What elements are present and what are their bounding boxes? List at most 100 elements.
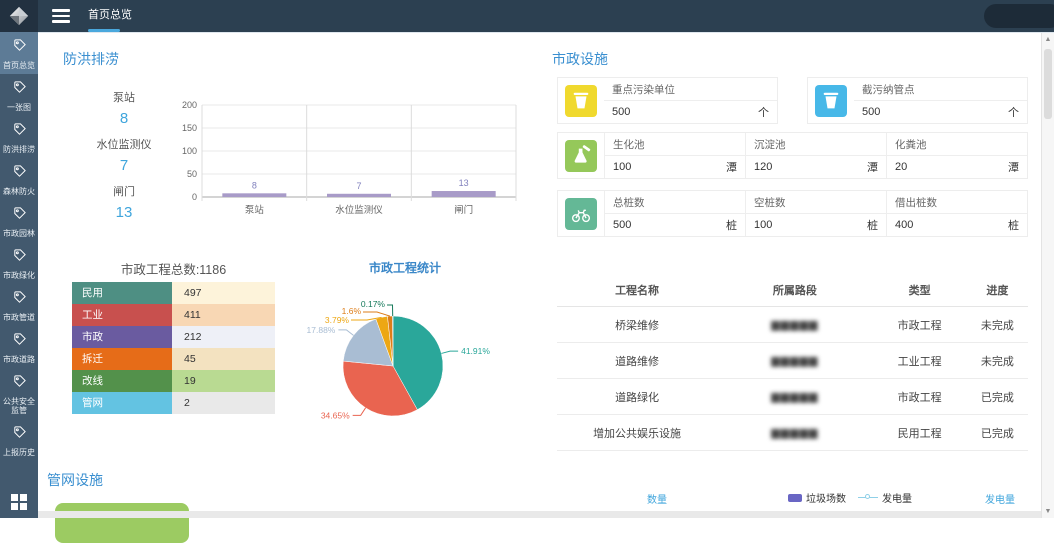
facility-card: 重点污染单位 500 个 (557, 77, 778, 124)
search-input[interactable] (984, 4, 1054, 28)
sidebar-item[interactable]: 一张图 (0, 74, 38, 116)
scroll-up-icon[interactable]: ▲ (1042, 36, 1054, 43)
projects-legend-label: 工业 (72, 304, 172, 326)
sidebar-item[interactable]: 首页总览 (0, 32, 38, 74)
svg-text:8: 8 (252, 180, 257, 190)
svg-text:7: 7 (356, 181, 361, 191)
project-type-cell: 市政工程 (873, 379, 967, 415)
flood-section: 防洪排涝 泵站 8 水位监测仪 7 闸门 13 0501001502008泵站7… (48, 33, 548, 473)
projects-legend-label: 民用 (72, 282, 172, 304)
svg-text:0: 0 (192, 192, 197, 202)
svg-text:闸门: 闸门 (454, 204, 473, 216)
tag-icon (12, 38, 27, 53)
projects-legend-value: 45 (172, 348, 275, 370)
projects-table: 工程名称 所属路段 类型 进度 桥梁维修 ▆▆▆▆▆ 市政工程 未完成 (557, 274, 1028, 451)
legend-swatch (788, 494, 802, 502)
svg-text:150: 150 (182, 123, 197, 133)
project-road-cell-redacted: ▆▆▆▆▆ (717, 343, 872, 379)
projects-legend-row: 拆迁 45 (72, 348, 275, 370)
pool-column: 生化池 100 潭 (604, 133, 745, 178)
sidebar-item-label: 首页总览 (0, 61, 38, 70)
bottom-divider-strip (38, 511, 1041, 518)
pile-unit: 桩 (726, 217, 737, 233)
svg-text:0.17%: 0.17% (361, 299, 386, 309)
svg-text:100: 100 (182, 146, 197, 156)
project-status-cell: 已完成 (967, 379, 1028, 415)
sidebar-item[interactable]: 公共安全监管 (0, 368, 38, 419)
facilities-section-title: 市政设施 (552, 49, 608, 69)
projects-pie-chart: 41.91%34.65%17.88%3.79%1.6%0.17% (285, 276, 525, 471)
facility-card-value: 500 (862, 106, 880, 118)
flood-bar-chart: 0501001502008泵站7水位监测仪13闸门 (166, 93, 528, 246)
pool-column: 沉淀池 120 潭 (745, 133, 886, 178)
projects-legend-row: 市政 212 (72, 326, 275, 348)
tag-icon (12, 332, 27, 347)
projects-legend-value: 2 (172, 392, 275, 414)
pool-unit: 潭 (726, 159, 737, 175)
project-table-row[interactable]: 桥梁维修 ▆▆▆▆▆ 市政工程 未完成 (557, 307, 1028, 343)
sidebar-item[interactable]: 市政园林 (0, 200, 38, 242)
app-logo[interactable] (0, 0, 38, 32)
svg-text:17.88%: 17.88% (307, 325, 336, 335)
sidebar-item-label: 市政管道 (0, 313, 38, 322)
pile-unit: 桩 (1008, 217, 1019, 233)
col-header-progress: 进度 (967, 274, 1028, 307)
flood-stat: 泵站 8 (76, 89, 172, 127)
pool-column: 化粪池 20 潭 (886, 133, 1027, 178)
pools-card: 生化池 100 潭 沉淀池 120 潭 (557, 132, 1028, 179)
sidebar-item[interactable]: 市政道路 (0, 326, 38, 368)
sidebar-item-label: 市政道路 (0, 355, 38, 364)
legend-item[interactable]: 垃圾场数 (788, 490, 846, 505)
sidebar-item[interactable]: 市政绿化 (0, 242, 38, 284)
sidebar-item[interactable]: 森林防火 (0, 158, 38, 200)
pool-value: 120 (754, 161, 772, 173)
svg-text:1.6%: 1.6% (342, 306, 362, 316)
col-header-road: 所属路段 (717, 274, 872, 307)
sidebar-item-label: 公共安全监管 (0, 397, 38, 415)
legend-label: 发电量 (882, 490, 912, 505)
flood-stat-value: 7 (76, 157, 172, 174)
col-header-project-name: 工程名称 (557, 274, 717, 307)
pile-value: 400 (895, 219, 913, 231)
tab-home-overview[interactable]: 首页总览 (88, 0, 132, 32)
legend-item[interactable]: 发电量 (858, 490, 912, 505)
projects-legend-label: 市政 (72, 326, 172, 348)
projects-legend-row: 工业 411 (72, 304, 275, 326)
sidebar-item[interactable]: 上报历史 (0, 419, 38, 461)
grid-apps-icon[interactable] (0, 494, 38, 510)
scrollbar-thumb[interactable] (1044, 49, 1052, 119)
bicycle-icon-box (565, 198, 597, 230)
top-navbar: 首页总览 (0, 0, 1054, 32)
sidebar-item-label: 市政绿化 (0, 271, 38, 280)
pool-value: 20 (895, 161, 907, 173)
project-table-row[interactable]: 道路绿化 ▆▆▆▆▆ 市政工程 已完成 (557, 379, 1028, 415)
tab-active-underline (88, 29, 120, 32)
vertical-scrollbar[interactable]: ▲ ▼ (1041, 33, 1054, 518)
facility-card-label: 截污纳管点 (854, 78, 1027, 101)
scroll-down-icon[interactable]: ▼ (1042, 508, 1054, 515)
sidebar-item[interactable]: 防洪排涝 (0, 116, 38, 158)
facility-card-unit: 个 (758, 104, 769, 120)
projects-legend-list: 民用 497 工业 411 市政 212 拆迁 45 (72, 282, 275, 414)
power-link[interactable]: 发电量 (985, 491, 1015, 506)
tag-icon (12, 164, 27, 179)
tag-icon (12, 248, 27, 263)
tag-icon (12, 290, 27, 305)
bicycle-icon (570, 203, 592, 225)
project-type-cell: 工业工程 (873, 343, 967, 379)
svg-text:50: 50 (187, 169, 197, 179)
pool-unit: 潭 (1008, 159, 1019, 175)
project-name-cell: 增加公共娱乐设施 (557, 415, 717, 451)
project-table-row[interactable]: 道路维修 ▆▆▆▆▆ 工业工程 未完成 (557, 343, 1028, 379)
hamburger-menu-icon[interactable] (52, 9, 70, 26)
flood-stats: 泵站 8 水位监测仪 7 闸门 13 (76, 89, 172, 230)
flood-stat-value: 8 (76, 110, 172, 127)
quantity-link[interactable]: 数量 (647, 491, 667, 506)
projects-total-title: 市政工程总数:1186 (72, 259, 275, 278)
projects-legend-label: 拆迁 (72, 348, 172, 370)
projects-legend-value: 497 (172, 282, 275, 304)
project-table-row[interactable]: 增加公共娱乐设施 ▆▆▆▆▆ 民用工程 已完成 (557, 415, 1028, 451)
tag-icon (12, 80, 27, 95)
sidebar-item[interactable]: 市政管道 (0, 284, 38, 326)
pool-label: 沉淀池 (746, 133, 886, 156)
